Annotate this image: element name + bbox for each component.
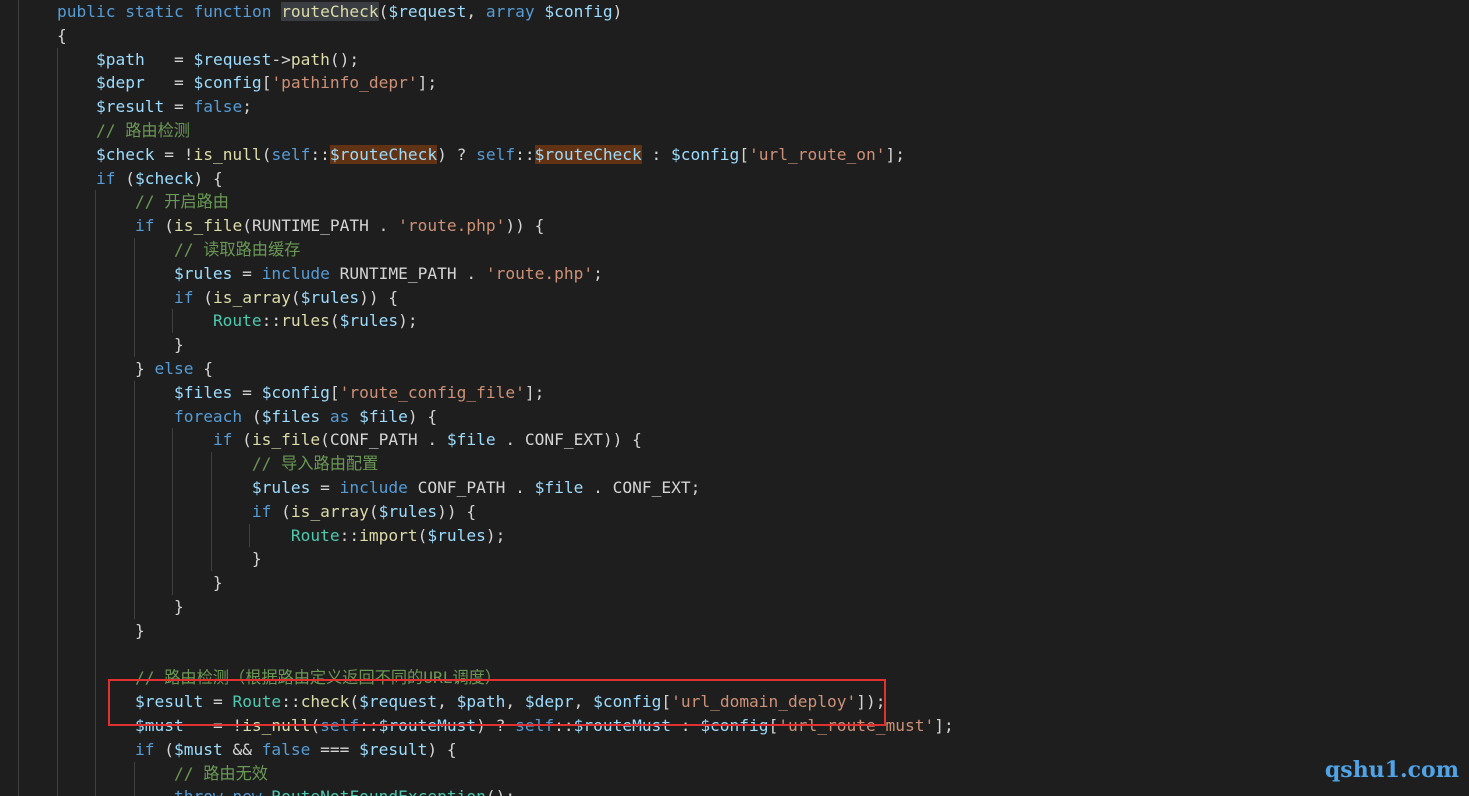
code-line[interactable]: // 路由无效 — [57, 762, 268, 786]
code-line[interactable]: $check = !is_null(self::$routeCheck) ? s… — [57, 143, 905, 167]
code-line[interactable]: if (is_file(RUNTIME_PATH . 'route.php'))… — [57, 214, 544, 238]
indent-guide — [18, 0, 19, 796]
code-line[interactable]: $rules = include RUNTIME_PATH . 'route.p… — [57, 262, 603, 286]
code-line[interactable]: $result = false; — [57, 95, 252, 119]
code-line[interactable]: throw new RouteNotFoundException(); — [57, 785, 515, 796]
code-line[interactable]: } — [57, 619, 145, 643]
code-line[interactable]: // 导入路由配置 — [57, 452, 378, 476]
code-line[interactable]: public static function routeCheck($reque… — [57, 0, 622, 24]
code-line[interactable]: foreach ($files as $file) { — [57, 405, 437, 429]
code-line[interactable]: } — [57, 571, 223, 595]
code-line[interactable]: } else { — [57, 357, 213, 381]
code-editor[interactable]: public static function routeCheck($reque… — [0, 0, 1469, 796]
code-line[interactable]: // 路由检测 — [57, 119, 190, 143]
code-line[interactable]: // 读取路由缓存 — [57, 238, 300, 262]
code-line[interactable]: $path = $request->path(); — [57, 48, 359, 72]
code-line[interactable]: if (is_array($rules)) { — [57, 500, 476, 524]
code-line[interactable]: $files = $config['route_config_file']; — [57, 381, 544, 405]
code-line[interactable]: // 开启路由 — [57, 190, 229, 214]
code-line[interactable]: { — [57, 24, 67, 48]
watermark: qshu1.com — [1324, 757, 1459, 783]
highlight-box — [108, 679, 886, 726]
code-line[interactable]: $rules = include CONF_PATH . $file . CON… — [57, 476, 700, 500]
code-line[interactable]: $depr = $config['pathinfo_depr']; — [57, 71, 437, 95]
code-line[interactable]: } — [57, 595, 184, 619]
code-line[interactable]: if ($must && false === $result) { — [57, 738, 457, 762]
code-line[interactable]: if (is_file(CONF_PATH . $file . CONF_EXT… — [57, 428, 642, 452]
code-line[interactable]: Route::import($rules); — [57, 524, 505, 548]
code-line[interactable]: Route::rules($rules); — [57, 309, 418, 333]
code-line[interactable]: } — [57, 333, 184, 357]
code-line[interactable]: } — [57, 547, 262, 571]
code-line[interactable]: if (is_array($rules)) { — [57, 286, 398, 310]
code-line[interactable]: if ($check) { — [57, 167, 223, 191]
